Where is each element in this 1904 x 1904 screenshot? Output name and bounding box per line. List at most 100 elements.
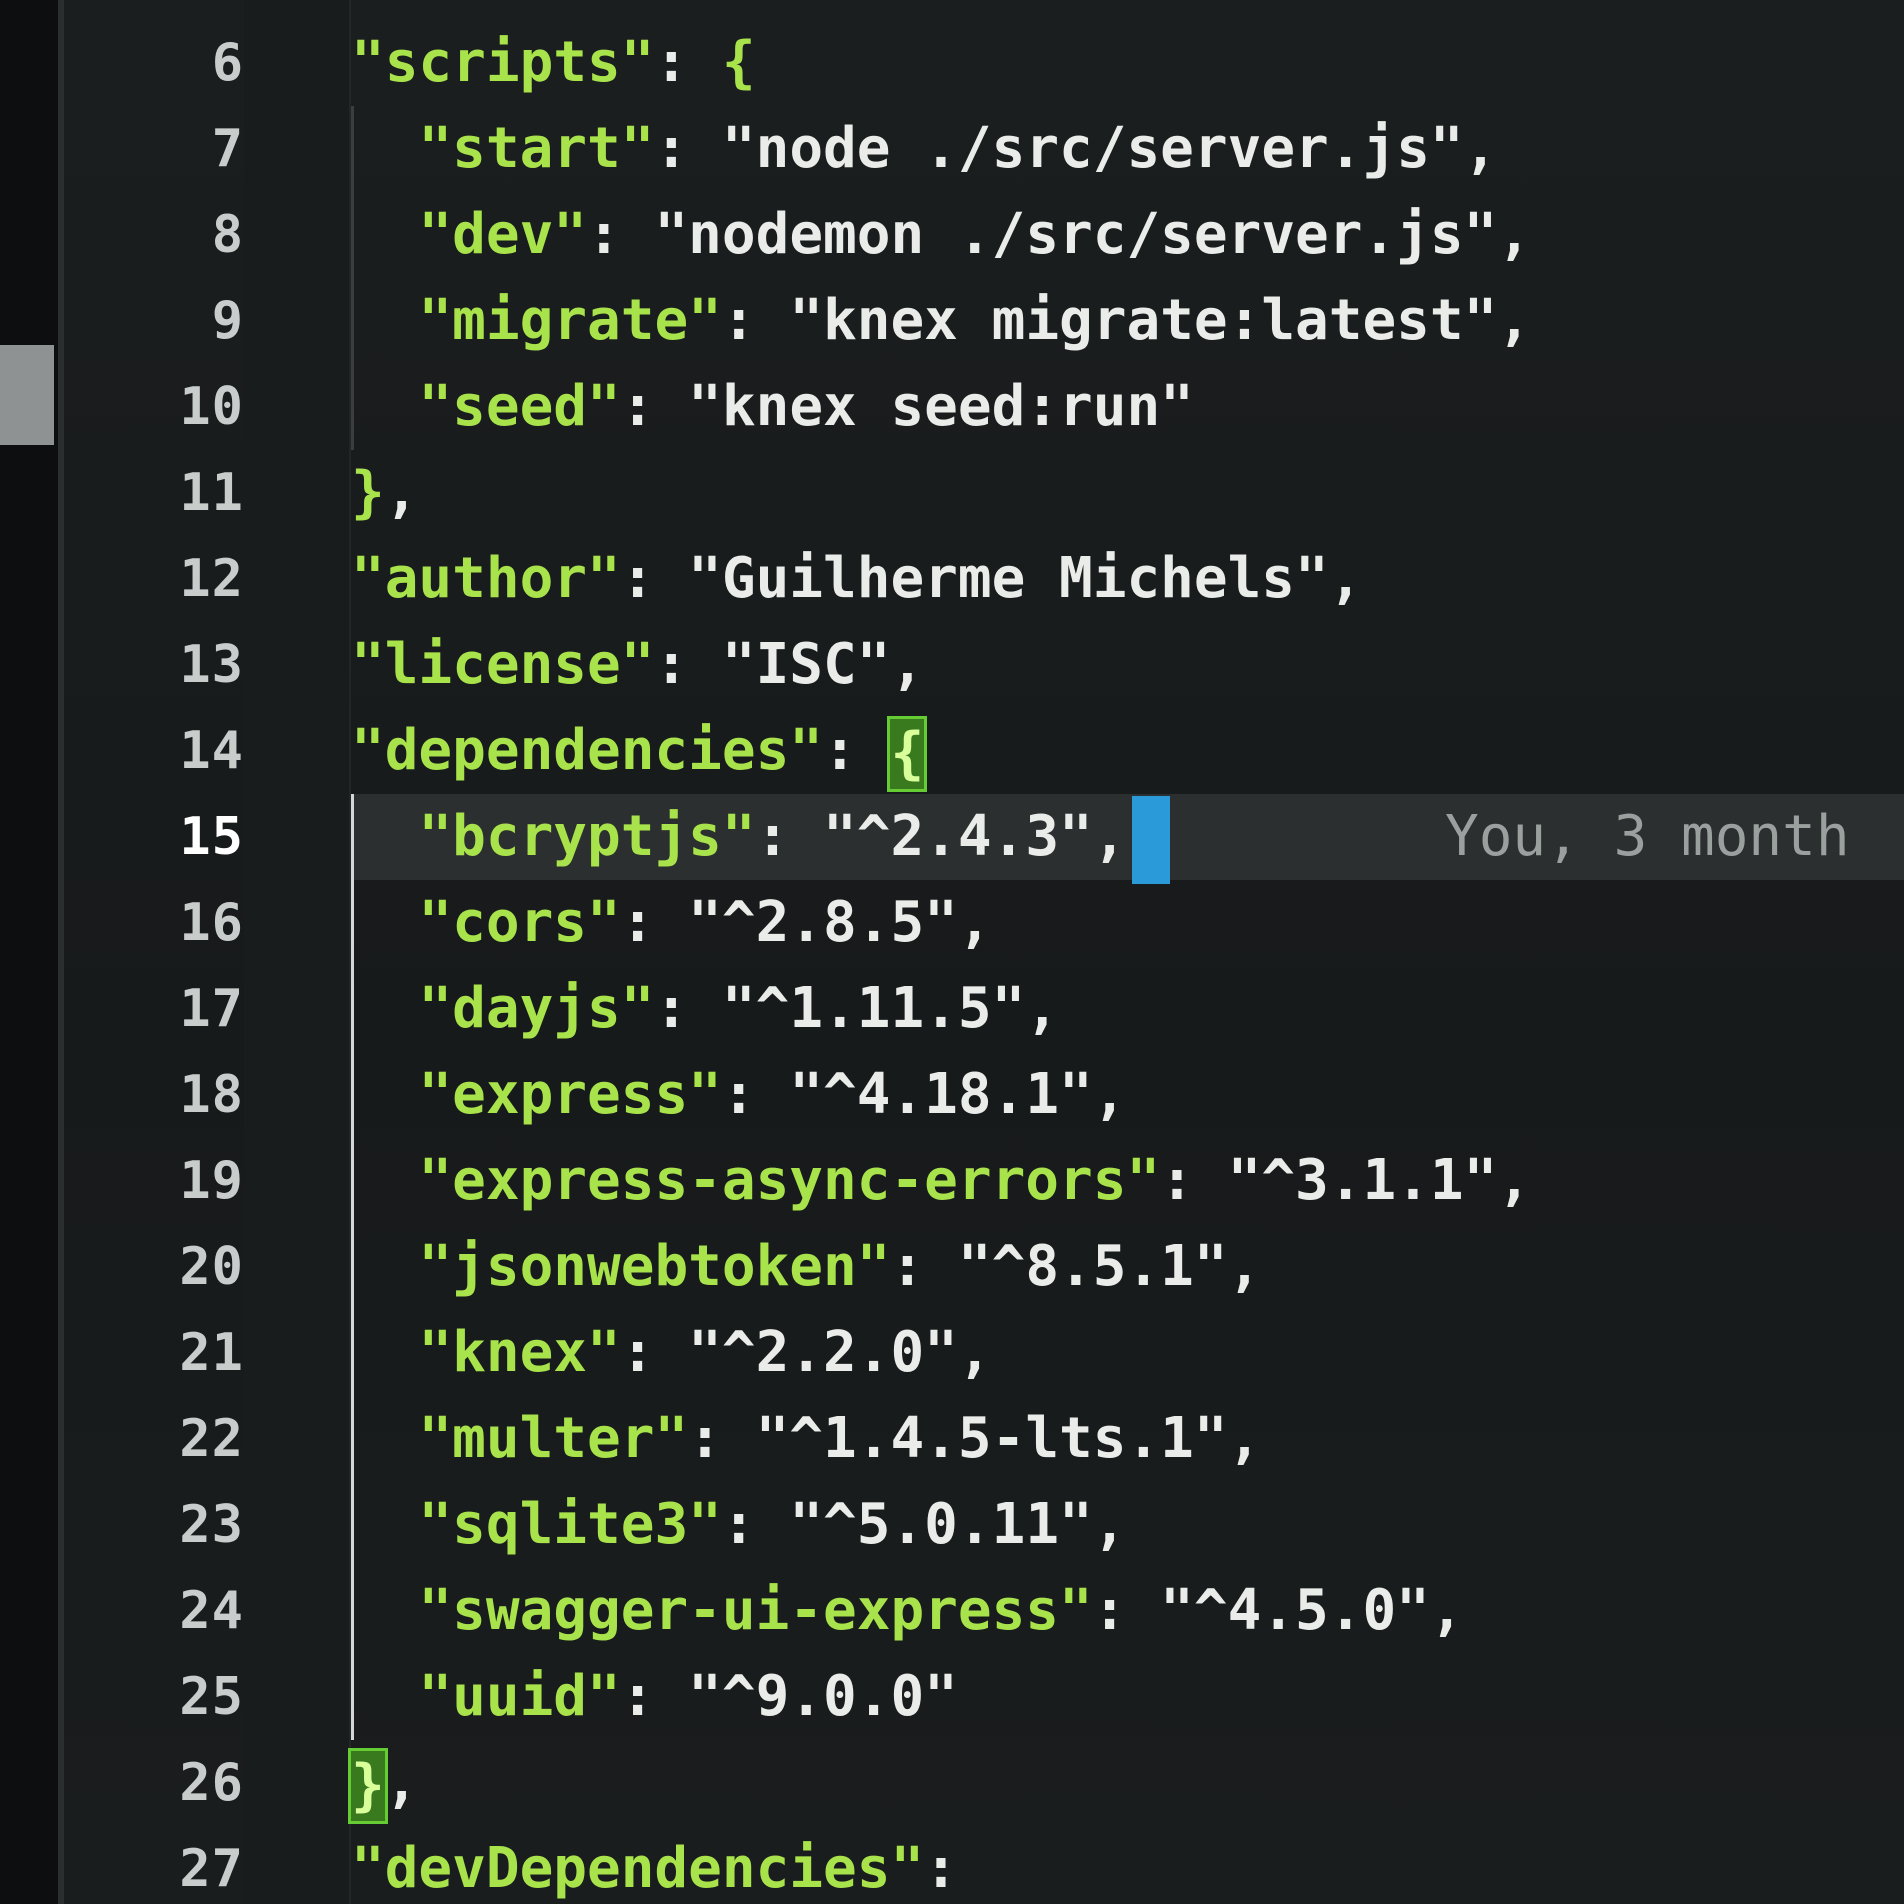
line-number: 23 bbox=[179, 1495, 244, 1555]
json-key: "dependencies" bbox=[351, 718, 824, 783]
json-value: "^2.8.5" bbox=[688, 890, 958, 955]
code-line[interactable]: "start": "node ./src/server.js", bbox=[351, 106, 1904, 192]
code-line[interactable]: "cors": "^2.8.5", bbox=[351, 880, 1904, 966]
code-line[interactable]: "express-async-errors": "^3.1.1", bbox=[351, 1138, 1904, 1224]
code-line[interactable]: "seed": "knex seed:run" bbox=[351, 364, 1904, 450]
colon: : bbox=[620, 374, 689, 439]
json-value: "^9.0.0" bbox=[688, 1664, 958, 1729]
comma: , bbox=[1092, 804, 1127, 869]
line-number: 16 bbox=[179, 893, 244, 953]
indent-guide bbox=[351, 106, 354, 192]
json-value: "^2.4.3" bbox=[823, 804, 1093, 869]
json-value: "nodemon ./src/server.js" bbox=[654, 202, 1498, 267]
json-value: "^1.4.5-lts.1" bbox=[755, 1406, 1228, 1471]
code-line-active[interactable]: "bcryptjs": "^2.4.3", You, 3 month bbox=[351, 794, 1904, 884]
code-line[interactable]: "author": "Guilherme Michels", bbox=[351, 536, 1904, 622]
json-value: "knex seed:run" bbox=[688, 374, 1194, 439]
code-line[interactable]: }, bbox=[348, 1740, 1904, 1826]
line-number: 14 bbox=[179, 721, 244, 781]
comma: , bbox=[384, 460, 419, 525]
line-number: 25 bbox=[179, 1667, 244, 1727]
json-value: "ISC" bbox=[721, 632, 891, 697]
activity-bar-scroll-marker[interactable] bbox=[0, 345, 54, 445]
code-line[interactable]: "license": "ISC", bbox=[351, 622, 1904, 708]
json-key: "express-async-errors" bbox=[418, 1148, 1161, 1213]
matched-open-brace: { bbox=[887, 715, 928, 792]
code-line[interactable]: "knex": "^2.2.0", bbox=[351, 1310, 1904, 1396]
code-line[interactable]: "uuid": "^9.0.0" bbox=[351, 1654, 1904, 1740]
code-line[interactable]: "dev": "nodemon ./src/server.js", bbox=[351, 192, 1904, 278]
line-number: 24 bbox=[179, 1581, 244, 1641]
indent-guide-active bbox=[351, 1568, 354, 1654]
comma: , bbox=[1092, 1062, 1127, 1127]
colon: : bbox=[721, 288, 790, 353]
editor-screen: 6 7 8 9 10 11 12 13 14 15 16 17 18 19 20… bbox=[0, 0, 1904, 1904]
line-number: 27 bbox=[179, 1839, 244, 1899]
line-number: 10 bbox=[179, 377, 244, 437]
colon: : bbox=[620, 1320, 689, 1385]
text-cursor bbox=[1132, 795, 1171, 884]
colon: : bbox=[620, 1664, 689, 1729]
colon: : bbox=[620, 890, 689, 955]
line-number: 20 bbox=[179, 1237, 244, 1297]
line-number: 19 bbox=[179, 1151, 244, 1211]
code-line[interactable]: "devDependencies": bbox=[351, 1826, 1904, 1904]
comma: , bbox=[1328, 546, 1363, 611]
line-number-active: 15 bbox=[179, 807, 244, 867]
indent-guide-active bbox=[351, 1052, 354, 1138]
comma: , bbox=[957, 1320, 992, 1385]
code-line[interactable]: "multer": "^1.4.5-lts.1", bbox=[351, 1396, 1904, 1482]
json-key: "cors" bbox=[418, 890, 621, 955]
comma: , bbox=[1497, 1148, 1532, 1213]
indent-guide-active bbox=[351, 1310, 354, 1396]
colon: : bbox=[755, 804, 824, 869]
code-line[interactable]: "dayjs": "^1.11.5", bbox=[351, 966, 1904, 1052]
line-number: 21 bbox=[179, 1323, 244, 1383]
line-number: 8 bbox=[211, 205, 244, 265]
json-key: "migrate" bbox=[418, 288, 722, 353]
json-key: "uuid" bbox=[418, 1664, 621, 1729]
comma: , bbox=[1429, 1578, 1464, 1643]
git-blame-annotation[interactable]: You, 3 month bbox=[1445, 794, 1850, 880]
json-key: "knex" bbox=[418, 1320, 621, 1385]
comma: , bbox=[890, 632, 925, 697]
json-value: "^2.2.0" bbox=[688, 1320, 958, 1385]
code-area[interactable]: "scripts": { "start": "node ./src/server… bbox=[348, 20, 1904, 1904]
json-value: "knex migrate:latest" bbox=[789, 288, 1498, 353]
code-line[interactable]: }, bbox=[351, 450, 1904, 536]
json-key: "sqlite3" bbox=[418, 1492, 722, 1557]
line-number: 7 bbox=[211, 119, 244, 179]
code-line[interactable]: "scripts": { bbox=[351, 20, 1904, 106]
json-value: "^1.11.5" bbox=[721, 976, 1026, 1041]
colon: : bbox=[823, 718, 891, 783]
code-line[interactable]: "jsonwebtoken": "^8.5.1", bbox=[351, 1224, 1904, 1310]
json-value: "^3.1.1" bbox=[1227, 1148, 1498, 1213]
json-key: "swagger-ui-express" bbox=[418, 1578, 1093, 1643]
code-line[interactable]: "dependencies": { bbox=[351, 708, 1904, 794]
json-key: "scripts" bbox=[351, 30, 655, 95]
line-number: 18 bbox=[179, 1065, 244, 1125]
comma: , bbox=[1463, 116, 1498, 181]
json-value: "^4.5.0" bbox=[1160, 1578, 1430, 1643]
comma: , bbox=[1227, 1234, 1262, 1299]
json-key: "bcryptjs" bbox=[418, 804, 756, 869]
colon: : bbox=[654, 632, 722, 697]
code-line[interactable]: "swagger-ui-express": "^4.5.0", bbox=[351, 1568, 1904, 1654]
code-line[interactable]: "express": "^4.18.1", bbox=[351, 1052, 1904, 1138]
colon: : bbox=[1092, 1578, 1161, 1643]
json-key: "dev" bbox=[418, 202, 588, 267]
json-value: "node ./src/server.js" bbox=[721, 116, 1464, 181]
json-value: "^8.5.1" bbox=[957, 1234, 1228, 1299]
colon: : bbox=[688, 1406, 756, 1471]
code-line[interactable]: "sqlite3": "^5.0.11", bbox=[351, 1482, 1904, 1568]
indent-guide-active bbox=[351, 966, 354, 1052]
json-key: "license" bbox=[351, 632, 655, 697]
code-line[interactable]: "migrate": "knex migrate:latest", bbox=[351, 278, 1904, 364]
comma: , bbox=[957, 890, 992, 955]
indent-guide-active bbox=[351, 1482, 354, 1568]
line-number-gutter: 6 7 8 9 10 11 12 13 14 15 16 17 18 19 20… bbox=[64, 20, 244, 1904]
colon: : bbox=[654, 30, 722, 95]
colon: : bbox=[721, 1062, 790, 1127]
fold-gutter[interactable] bbox=[244, 0, 351, 1904]
indent-guide-active bbox=[351, 1138, 354, 1224]
